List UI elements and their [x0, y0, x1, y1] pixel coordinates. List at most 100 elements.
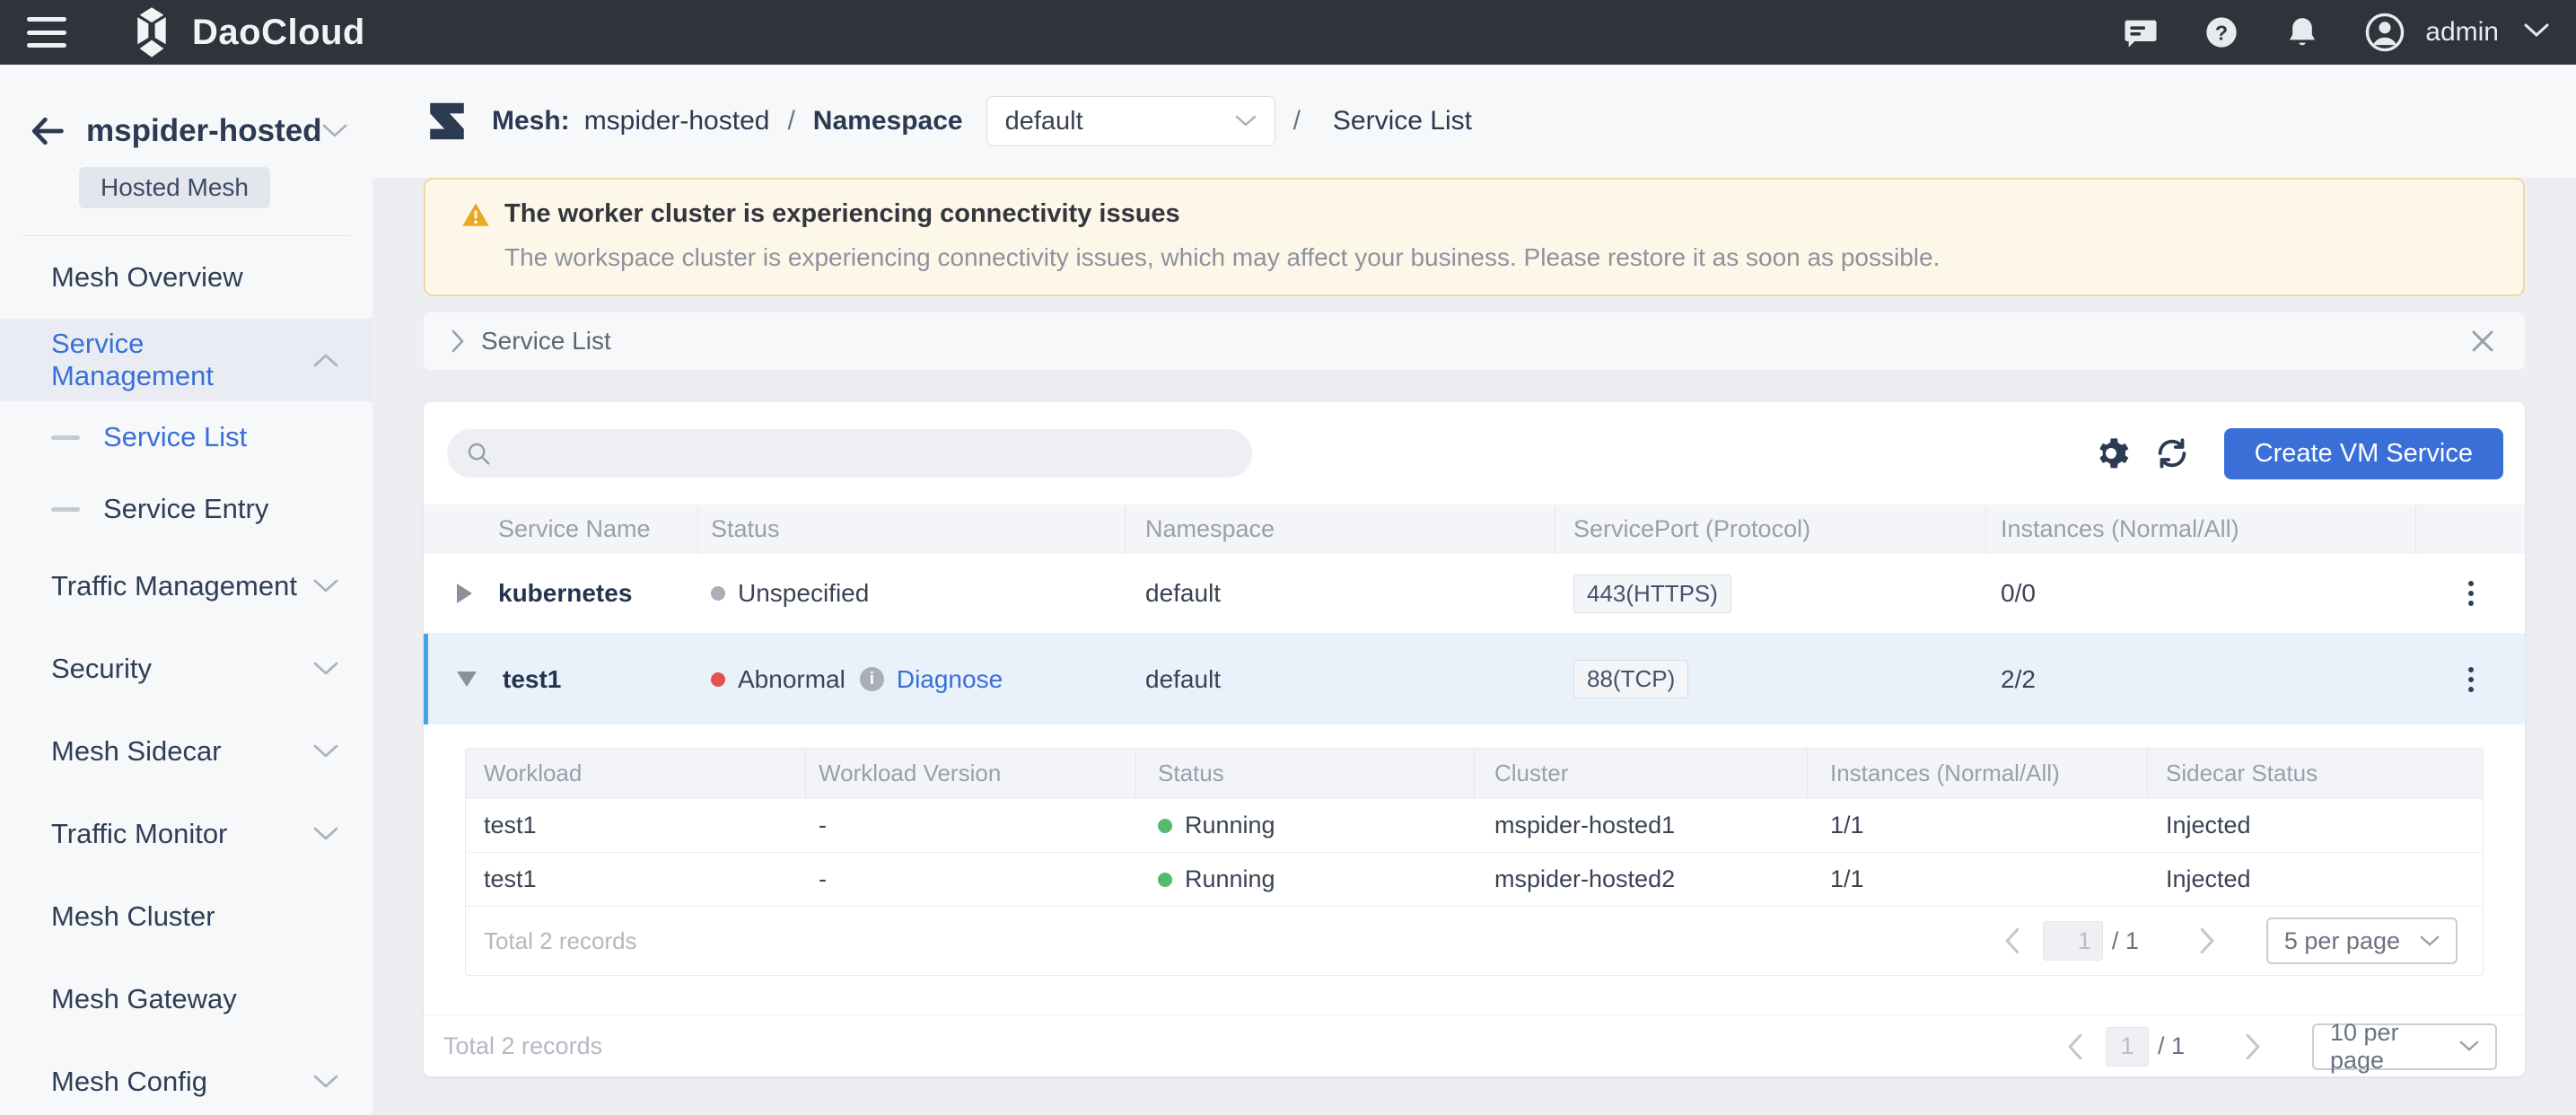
column-service-name: Service Name: [424, 505, 698, 554]
status-dot: [1158, 819, 1172, 833]
username[interactable]: admin: [2425, 17, 2499, 48]
chevron-down-icon: [313, 827, 338, 841]
chevron-down-icon: [313, 662, 338, 676]
page-input[interactable]: 1: [2106, 1027, 2149, 1067]
sidebar-item-security[interactable]: Security: [0, 628, 372, 710]
app: DaoCloud ? admin mspider-hosted: [0, 0, 2576, 1115]
row-actions-kebab-icon[interactable]: [2463, 662, 2479, 698]
column-serviceport: ServicePort (Protocol): [1555, 505, 1986, 554]
breadcrumb-page: Service List: [1333, 106, 1472, 136]
namespace-select[interactable]: default: [986, 96, 1275, 146]
refresh-icon[interactable]: [2152, 434, 2192, 473]
prev-page-icon[interactable]: [2003, 927, 2021, 954]
instances-value: 1/1: [1808, 799, 2148, 852]
sidebar: mspider-hosted Hosted Mesh Mesh Overview…: [0, 65, 372, 1115]
back-arrow-icon[interactable]: [27, 115, 68, 147]
close-icon[interactable]: [2471, 329, 2494, 353]
port-tag: 88(TCP): [1573, 660, 1688, 698]
service-list-panel-header[interactable]: Service List: [424, 312, 2525, 370]
port-tag: 443(HTTPS): [1573, 575, 1731, 613]
service-name: test1: [503, 665, 561, 694]
page-input[interactable]: 1: [2043, 921, 2103, 961]
sidebar-item-traffic-management[interactable]: Traffic Management: [0, 545, 372, 628]
page-size-select[interactable]: 10 per page: [2312, 1023, 2497, 1070]
mesh-icon: [424, 98, 470, 145]
workload-version: -: [806, 799, 1136, 852]
search-icon: [465, 440, 492, 467]
workload-pagination: Total 2 records 1 / 1: [466, 906, 2483, 975]
next-page-icon[interactable]: [2198, 927, 2216, 954]
sidebar-item-mesh-config[interactable]: Mesh Config: [0, 1040, 372, 1115]
mesh-switch-chevron-down-icon[interactable]: [322, 124, 347, 138]
prev-page-icon[interactable]: [2066, 1033, 2084, 1060]
svg-text:?: ?: [2215, 21, 2228, 44]
workload-name: test1: [466, 853, 806, 906]
user-menu-chevron-down-icon[interactable]: [2524, 23, 2549, 42]
workload-version: -: [806, 853, 1136, 906]
status-dot: [1158, 873, 1172, 887]
warning-triangle-icon: [461, 201, 490, 228]
workload-name: test1: [466, 799, 806, 852]
user-avatar-icon[interactable]: [2364, 12, 2405, 53]
expanded-row-detail: Workload Workload Version Status Cluster…: [424, 724, 2525, 976]
sidebar-item-mesh-gateway[interactable]: Mesh Gateway: [0, 958, 372, 1040]
service-name: kubernetes: [498, 579, 632, 608]
search-input[interactable]: [504, 439, 1234, 468]
sidecar-status: Injected: [2148, 853, 2483, 906]
sidebar-item-service-management[interactable]: Service Management: [0, 319, 372, 401]
table-row-kubernetes: kubernetes Unspecified default 443(HTTPS…: [424, 554, 2525, 633]
sidebar-item-service-list[interactable]: Service List: [0, 401, 372, 473]
namespace-label: Namespace: [813, 106, 963, 136]
cluster-name: mspider-hosted1: [1475, 799, 1808, 852]
messages-icon[interactable]: [2122, 13, 2160, 51]
workload-row: test1 - Running mspider-hosted1 1/1 Inje…: [466, 798, 2483, 852]
workload-row: test1 - Running mspider-hosted2 1/1 Inje…: [466, 852, 2483, 906]
sidebar-mesh-title: mspider-hosted: [86, 113, 322, 149]
sidebar-item-service-entry[interactable]: Service Entry: [0, 473, 372, 545]
status-text: Abnormal: [738, 665, 846, 694]
chevron-down-icon: [313, 579, 338, 593]
settings-gear-icon[interactable]: [2091, 434, 2131, 473]
notifications-bell-icon[interactable]: [2283, 13, 2321, 51]
brand-logo[interactable]: DaoCloud: [126, 6, 365, 58]
workload-table: Workload Workload Version Status Cluster…: [465, 748, 2484, 976]
sidebar-item-mesh-overview[interactable]: Mesh Overview: [0, 236, 372, 319]
warning-title: The worker cluster is experiencing conne…: [504, 199, 1180, 229]
dash-icon: [51, 507, 80, 512]
diagnose-link[interactable]: Diagnose: [897, 665, 1003, 694]
status-text: Running: [1185, 812, 1275, 839]
hamburger-menu-icon[interactable]: [27, 17, 66, 48]
sidebar-item-mesh-cluster[interactable]: Mesh Cluster: [0, 875, 372, 958]
row-actions-kebab-icon[interactable]: [2463, 575, 2479, 611]
sidebar-nav: Mesh Overview Service Management Service…: [0, 236, 372, 1115]
brand-name: DaoCloud: [192, 13, 365, 53]
search-box[interactable]: [447, 429, 1252, 478]
sidebar-item-mesh-sidecar[interactable]: Mesh Sidecar: [0, 710, 372, 793]
namespace-value: default: [1005, 107, 1083, 136]
page-size-select[interactable]: 5 per page: [2266, 917, 2458, 964]
page-size-value: 5 per page: [2284, 927, 2400, 955]
info-icon[interactable]: i: [860, 667, 884, 691]
column-namespace: Namespace: [1126, 505, 1555, 554]
create-vm-service-button[interactable]: Create VM Service: [2224, 428, 2503, 479]
chevron-down-icon: [2420, 935, 2440, 947]
expand-row-icon[interactable]: [457, 584, 472, 603]
status-dot: [711, 586, 725, 601]
next-page-icon[interactable]: [2244, 1033, 2262, 1060]
dash-icon: [51, 435, 80, 440]
table-row-test1: test1 Abnormal i Diagnose default 88(TCP…: [424, 633, 2525, 724]
sidecar-status: Injected: [2148, 799, 2483, 852]
panel-title: Service List: [481, 327, 611, 356]
mesh-label: Mesh:: [492, 106, 570, 136]
page-size-value: 10 per page: [2330, 1019, 2459, 1075]
collapse-row-icon[interactable]: [457, 672, 477, 687]
help-icon[interactable]: ?: [2203, 13, 2240, 51]
chevron-up-icon: [313, 353, 338, 367]
total-records: Total 2 records: [484, 927, 637, 955]
status-text: Running: [1185, 865, 1275, 893]
chevron-down-icon: [1235, 115, 1257, 127]
column-status: Status: [1136, 749, 1475, 798]
sidebar-item-traffic-monitor[interactable]: Traffic Monitor: [0, 793, 372, 875]
chevron-right-icon: [451, 329, 465, 353]
chevron-down-icon: [313, 744, 338, 759]
